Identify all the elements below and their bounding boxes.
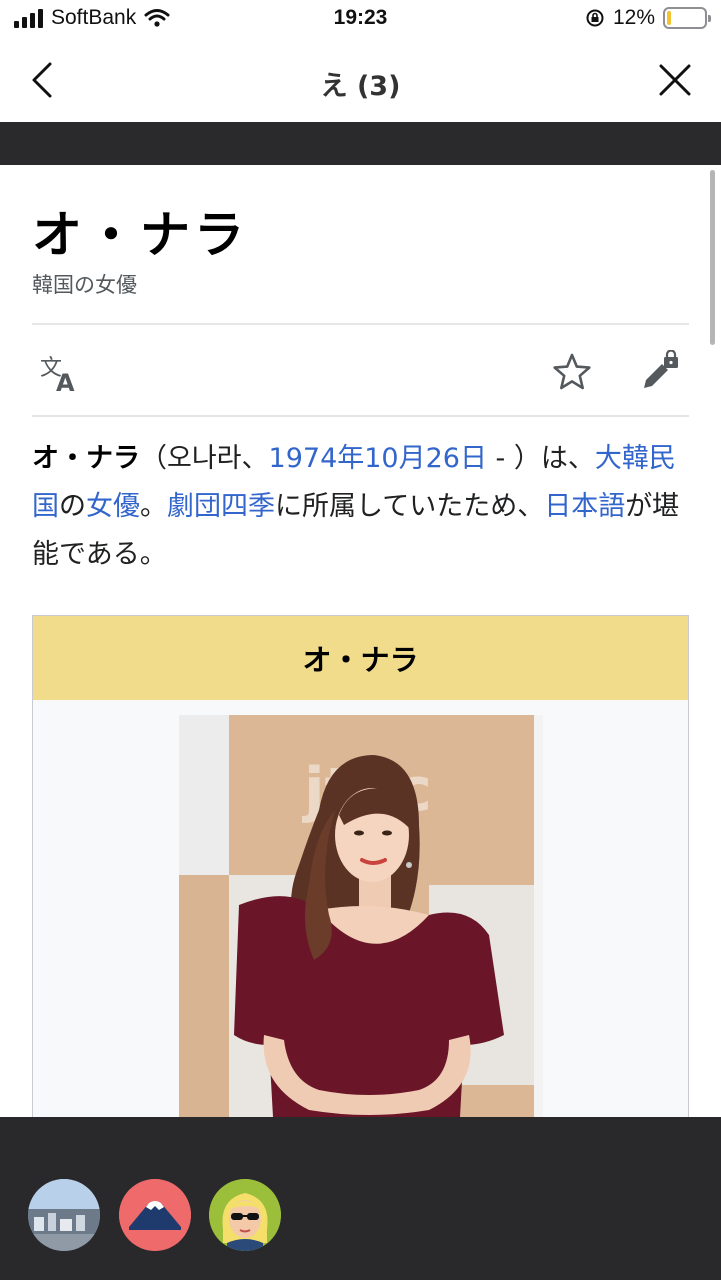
intro-text: 。 <box>140 491 167 522</box>
rotation-lock-icon <box>586 9 604 27</box>
nav-title: え (3) <box>320 71 401 102</box>
svg-text:A: A <box>56 369 75 395</box>
infobox-header: オ・ナラ <box>33 616 688 700</box>
person-sunglasses-icon <box>209 1179 281 1251</box>
article-title: オ・ナラ <box>32 205 248 264</box>
portrait-image: jtbc 름 <box>179 715 543 1117</box>
toolbar-strip <box>0 122 721 165</box>
navigation-bar: え (3) <box>0 40 721 122</box>
intro-text: に所属していたため、 <box>275 491 545 522</box>
birthdate-link[interactable]: 1974年10月26日 <box>269 443 487 474</box>
divider <box>32 323 689 325</box>
battery-percent: 12% <box>612 6 655 29</box>
mountain-icon <box>119 1179 191 1251</box>
article-view[interactable]: オ・ナラ 韓国の女優 文 A オ・ナラ（오나라、1974年10月26日 - ）は… <box>0 165 721 1117</box>
infobox-photo[interactable]: jtbc 름 <box>179 715 543 1117</box>
infobox: オ・ナラ jtbc 름 <box>32 615 689 1117</box>
intro-paragraph: オ・ナラ（오나라、1974年10月26日 - ）は、大韓民国の女優。劇団四季に所… <box>32 435 692 579</box>
star-icon[interactable] <box>552 352 592 392</box>
status-right: 12% <box>585 6 711 30</box>
close-icon[interactable] <box>657 62 693 98</box>
intro-name: オ・ナラ <box>32 443 140 474</box>
troupe-link[interactable]: 劇団四季 <box>167 491 275 522</box>
status-bar: SoftBank 19:23 12% <box>0 0 721 40</box>
actress-link[interactable]: 女優 <box>86 491 140 522</box>
city-photo-icon <box>28 1179 100 1251</box>
edit-lock-icon[interactable] <box>638 350 682 394</box>
mountain-avatar[interactable] <box>119 1179 191 1251</box>
divider <box>32 415 689 417</box>
bottom-bar <box>0 1117 721 1280</box>
article-toolbar: 文 A <box>32 345 689 401</box>
scrollbar[interactable] <box>710 170 715 345</box>
intro-text: （오나라、 <box>140 443 269 474</box>
sunglasses-avatar[interactable] <box>209 1179 281 1251</box>
language-icon[interactable]: 文 A <box>38 351 82 395</box>
japanese-link[interactable]: 日本語 <box>544 491 625 522</box>
intro-text: の <box>59 491 86 522</box>
city-avatar[interactable] <box>28 1179 100 1251</box>
article-subtitle: 韓国の女優 <box>32 273 137 297</box>
intro-text: - ）は、 <box>486 443 595 474</box>
battery-icon <box>663 7 711 29</box>
